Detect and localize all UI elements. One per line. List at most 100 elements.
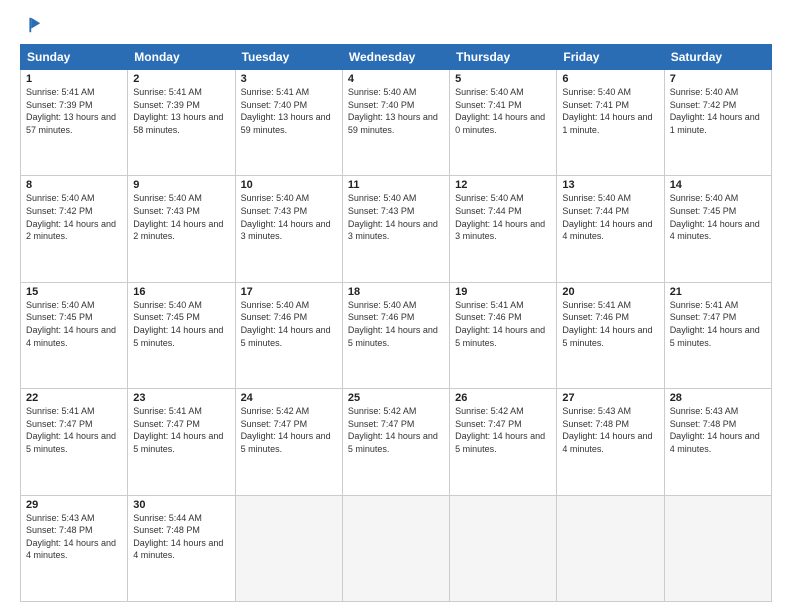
day-info: Sunrise: 5:40 AMSunset: 7:42 PMDaylight:… [670,87,760,135]
calendar-cell: 16 Sunrise: 5:40 AMSunset: 7:45 PMDayligh… [128,282,235,388]
calendar-cell: 29Sunrise: 5:43 AMSunset: 7:48 PMDayligh… [21,495,128,601]
calendar-cell: 15Sunrise: 5:40 AMSunset: 7:45 PMDayligh… [21,282,128,388]
day-info: Sunrise: 5:41 AMSunset: 7:46 PMDaylight:… [455,300,545,348]
day-number: 2 [133,73,229,85]
day-number: 23 [133,392,229,404]
day-number: 13 [562,179,658,191]
calendar-cell: 5Sunrise: 5:40 AMSunset: 7:41 PMDaylight… [450,70,557,176]
calendar-cell: 3 Sunrise: 5:41 AMSunset: 7:40 PMDaylight… [235,70,342,176]
day-info: Sunrise: 5:40 AMSunset: 7:41 PMDaylight:… [455,87,545,135]
day-info: Sunrise: 5:42 AMSunset: 7:47 PMDaylight:… [348,406,438,454]
calendar-cell: 10 Sunrise: 5:40 AMSunset: 7:43 PMDayligh… [235,176,342,282]
day-number: 8 [26,179,122,191]
calendar-cell: 7 Sunrise: 5:40 AMSunset: 7:42 PMDaylight… [664,70,771,176]
day-number: 6 [562,73,658,85]
day-info: Sunrise: 5:41 AMSunset: 7:47 PMDaylight:… [133,406,223,454]
calendar-cell: 8 Sunrise: 5:40 AMSunset: 7:42 PMDaylight… [21,176,128,282]
weekday-header-wednesday: Wednesday [342,45,449,70]
week-row-5: 29Sunrise: 5:43 AMSunset: 7:48 PMDayligh… [21,495,772,601]
weekday-header-monday: Monday [128,45,235,70]
day-number: 28 [670,392,766,404]
day-info: Sunrise: 5:40 AMSunset: 7:45 PMDaylight:… [670,193,760,241]
page: SundayMondayTuesdayWednesdayThursdayFrid… [0,0,792,612]
day-info: Sunrise: 5:43 AMSunset: 7:48 PMDaylight:… [26,513,116,561]
calendar-cell [450,495,557,601]
day-number: 25 [348,392,444,404]
day-info: Sunrise: 5:40 AMSunset: 7:46 PMDaylight:… [348,300,438,348]
day-info: Sunrise: 5:40 AMSunset: 7:41 PMDaylight:… [562,87,652,135]
day-info: Sunrise: 5:40 AMSunset: 7:45 PMDaylight:… [133,300,223,348]
day-number: 12 [455,179,551,191]
day-info: Sunrise: 5:41 AMSunset: 7:40 PMDaylight:… [241,87,331,135]
day-number: 19 [455,286,551,298]
header [20,16,772,34]
day-info: Sunrise: 5:41 AMSunset: 7:47 PMDaylight:… [670,300,760,348]
calendar-cell: 25 Sunrise: 5:42 AMSunset: 7:47 PMDayligh… [342,389,449,495]
day-number: 27 [562,392,658,404]
day-info: Sunrise: 5:43 AMSunset: 7:48 PMDaylight:… [562,406,652,454]
day-number: 4 [348,73,444,85]
calendar-table: SundayMondayTuesdayWednesdayThursdayFrid… [20,44,772,602]
day-number: 26 [455,392,551,404]
calendar-cell: 30 Sunrise: 5:44 AMSunset: 7:48 PMDayligh… [128,495,235,601]
logo [20,16,42,34]
day-number: 30 [133,499,229,511]
calendar-cell: 9 Sunrise: 5:40 AMSunset: 7:43 PMDaylight… [128,176,235,282]
day-info: Sunrise: 5:41 AMSunset: 7:46 PMDaylight:… [562,300,652,348]
day-info: Sunrise: 5:41 AMSunset: 7:39 PMDaylight:… [133,87,223,135]
calendar-cell: 28Sunrise: 5:43 AMSunset: 7:48 PMDayligh… [664,389,771,495]
calendar-cell: 19 Sunrise: 5:41 AMSunset: 7:46 PMDayligh… [450,282,557,388]
calendar-cell: 26 Sunrise: 5:42 AMSunset: 7:47 PMDayligh… [450,389,557,495]
day-number: 3 [241,73,337,85]
day-number: 15 [26,286,122,298]
calendar-cell: 6 Sunrise: 5:40 AMSunset: 7:41 PMDaylight… [557,70,664,176]
day-info: Sunrise: 5:40 AMSunset: 7:42 PMDaylight:… [26,193,116,241]
weekday-header-row: SundayMondayTuesdayWednesdayThursdayFrid… [21,45,772,70]
day-number: 14 [670,179,766,191]
day-number: 16 [133,286,229,298]
day-info: Sunrise: 5:42 AMSunset: 7:47 PMDaylight:… [241,406,331,454]
day-number: 10 [241,179,337,191]
day-number: 7 [670,73,766,85]
day-info: Sunrise: 5:41 AMSunset: 7:39 PMDaylight:… [26,87,116,135]
week-row-2: 8 Sunrise: 5:40 AMSunset: 7:42 PMDaylight… [21,176,772,282]
day-number: 18 [348,286,444,298]
day-info: Sunrise: 5:40 AMSunset: 7:43 PMDaylight:… [133,193,223,241]
day-info: Sunrise: 5:40 AMSunset: 7:46 PMDaylight:… [241,300,331,348]
day-info: Sunrise: 5:40 AMSunset: 7:44 PMDaylight:… [562,193,652,241]
day-info: Sunrise: 5:40 AMSunset: 7:44 PMDaylight:… [455,193,545,241]
calendar-cell: 24 Sunrise: 5:42 AMSunset: 7:47 PMDayligh… [235,389,342,495]
calendar-cell: 2 Sunrise: 5:41 AMSunset: 7:39 PMDaylight… [128,70,235,176]
weekday-header-sunday: Sunday [21,45,128,70]
day-info: Sunrise: 5:40 AMSunset: 7:40 PMDaylight:… [348,87,438,135]
calendar-cell: 14 Sunrise: 5:40 AMSunset: 7:45 PMDayligh… [664,176,771,282]
day-info: Sunrise: 5:44 AMSunset: 7:48 PMDaylight:… [133,513,223,561]
logo-flag-icon [24,16,42,34]
calendar-cell: 27 Sunrise: 5:43 AMSunset: 7:48 PMDayligh… [557,389,664,495]
calendar-cell: 18 Sunrise: 5:40 AMSunset: 7:46 PMDayligh… [342,282,449,388]
day-number: 21 [670,286,766,298]
calendar-cell: 23 Sunrise: 5:41 AMSunset: 7:47 PMDayligh… [128,389,235,495]
calendar-cell: 11Sunrise: 5:40 AMSunset: 7:43 PMDayligh… [342,176,449,282]
day-info: Sunrise: 5:40 AMSunset: 7:43 PMDaylight:… [241,193,331,241]
day-number: 20 [562,286,658,298]
calendar-cell: 22 Sunrise: 5:41 AMSunset: 7:47 PMDayligh… [21,389,128,495]
calendar-cell [235,495,342,601]
day-number: 24 [241,392,337,404]
calendar-cell: 20 Sunrise: 5:41 AMSunset: 7:46 PMDayligh… [557,282,664,388]
weekday-header-thursday: Thursday [450,45,557,70]
day-number: 22 [26,392,122,404]
day-number: 1 [26,73,122,85]
calendar-cell [342,495,449,601]
week-row-1: 1 Sunrise: 5:41 AMSunset: 7:39 PMDaylight… [21,70,772,176]
day-number: 9 [133,179,229,191]
calendar-cell: 4 Sunrise: 5:40 AMSunset: 7:40 PMDaylight… [342,70,449,176]
day-info: Sunrise: 5:41 AMSunset: 7:47 PMDaylight:… [26,406,116,454]
weekday-header-friday: Friday [557,45,664,70]
week-row-3: 15 Sunrise: 5:40 AMSunset: 7:45 PMDayligh… [21,282,772,388]
weekday-header-tuesday: Tuesday [235,45,342,70]
day-info: Sunrise: 5:42 AMSunset: 7:47 PMDaylight:… [455,406,545,454]
calendar-cell [557,495,664,601]
week-row-4: 22 Sunrise: 5:41 AMSunset: 7:47 PMDayligh… [21,389,772,495]
calendar-cell: 1 Sunrise: 5:41 AMSunset: 7:39 PMDaylight… [21,70,128,176]
